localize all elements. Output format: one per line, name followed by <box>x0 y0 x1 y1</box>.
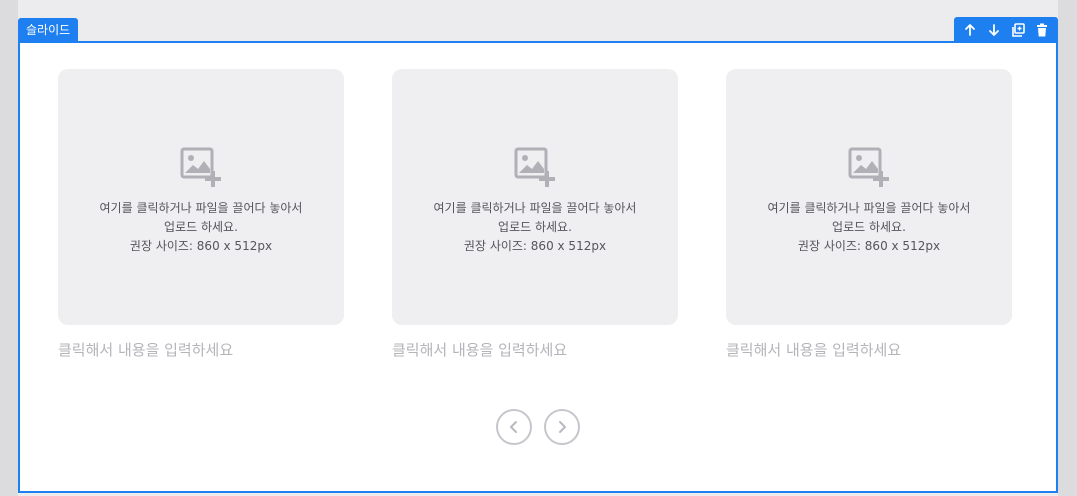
image-dropzone[interactable]: 여기를 클릭하거나 파일을 끌어다 놓아서 업로드 하세요. 권장 사이즈: 8… <box>726 69 1012 325</box>
slide-block[interactable]: 여기를 클릭하거나 파일을 끌어다 놓아서 업로드 하세요. 권장 사이즈: 8… <box>18 41 1058 493</box>
chevron-left-icon <box>510 421 517 433</box>
slides-row: 여기를 클릭하거나 파일을 끌어다 놓아서 업로드 하세요. 권장 사이즈: 8… <box>58 69 1012 360</box>
upload-hint: 여기를 클릭하거나 파일을 끌어다 놓아서 업로드 하세요. 권장 사이즈: 8… <box>768 199 971 256</box>
caption-input[interactable]: 클릭해서 내용을 입력하세요 <box>726 339 1012 360</box>
move-down-button[interactable] <box>984 20 1004 40</box>
upload-size-hint: 권장 사이즈: 860 x 512px <box>797 239 941 253</box>
upload-hint: 여기를 클릭하거나 파일을 끌어다 놓아서 업로드 하세요. 권장 사이즈: 8… <box>100 199 303 256</box>
chevron-right-icon <box>559 421 566 433</box>
delete-button[interactable] <box>1032 20 1052 40</box>
image-dropzone[interactable]: 여기를 클릭하거나 파일을 끌어다 놓아서 업로드 하세요. 권장 사이즈: 8… <box>58 69 344 325</box>
upload-hint-line: 업로드 하세요. <box>498 220 572 234</box>
upload-size-hint: 권장 사이즈: 860 x 512px <box>463 239 607 253</box>
block-type-label: 슬라이드 <box>18 18 79 42</box>
image-dropzone[interactable]: 여기를 클릭하거나 파일을 끌어다 놓아서 업로드 하세요. 권장 사이즈: 8… <box>392 69 678 325</box>
upload-hint-line: 여기를 클릭하거나 파일을 끌어다 놓아서 <box>433 201 637 215</box>
slider-nav <box>20 409 1056 445</box>
upload-hint: 여기를 클릭하거나 파일을 끌어다 놓아서 업로드 하세요. 권장 사이즈: 8… <box>434 199 637 256</box>
slide-item: 여기를 클릭하거나 파일을 끌어다 놓아서 업로드 하세요. 권장 사이즈: 8… <box>58 69 344 360</box>
arrow-down-icon <box>989 23 999 36</box>
caption-input[interactable]: 클릭해서 내용을 입력하세요 <box>392 339 678 360</box>
move-up-button[interactable] <box>960 20 980 40</box>
upload-hint-line: 여기를 클릭하거나 파일을 끌어다 놓아서 <box>99 201 303 215</box>
next-slide-button[interactable] <box>544 409 580 445</box>
trash-icon <box>1037 23 1047 36</box>
duplicate-button[interactable] <box>1008 20 1028 40</box>
upload-size-hint: 권장 사이즈: 860 x 512px <box>129 239 273 253</box>
slide-item: 여기를 클릭하거나 파일을 끌어다 놓아서 업로드 하세요. 권장 사이즈: 8… <box>726 69 1012 360</box>
add-image-icon <box>514 147 555 187</box>
caption-input[interactable]: 클릭해서 내용을 입력하세요 <box>58 339 344 360</box>
upload-hint-line: 업로드 하세요. <box>832 220 906 234</box>
upload-hint-line: 여기를 클릭하거나 파일을 끌어다 놓아서 <box>767 201 971 215</box>
add-image-icon <box>180 147 221 187</box>
block-toolbar <box>954 17 1058 42</box>
upload-hint-line: 업로드 하세요. <box>164 220 238 234</box>
slide-item: 여기를 클릭하거나 파일을 끌어다 놓아서 업로드 하세요. 권장 사이즈: 8… <box>392 69 678 360</box>
add-image-icon <box>848 147 889 187</box>
duplicate-icon <box>1012 22 1025 37</box>
arrow-up-icon <box>965 23 975 36</box>
prev-slide-button[interactable] <box>496 409 532 445</box>
